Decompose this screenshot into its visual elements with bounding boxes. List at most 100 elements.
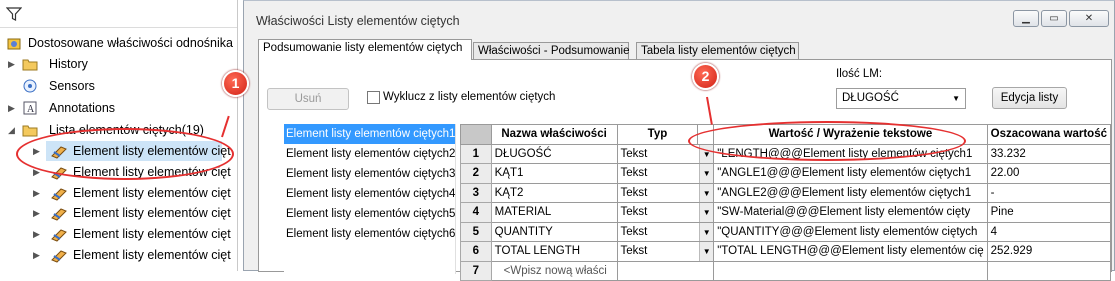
cut-list-item-icon [50,205,67,221]
table-corner[interactable] [460,124,492,145]
property-name-cell[interactable]: TOTAL LENGTH [490,241,618,262]
type-value: Tekst [620,147,648,160]
cut-list-item[interactable]: Element listy elementów ciętych4 [284,184,455,204]
value-expression-cell[interactable]: "ANGLE1@@@Element listy elementów ciętyc… [713,163,988,184]
value-expression-cell[interactable]: "ANGLE2@@@Element listy elementów ciętyc… [713,182,988,203]
chevron-down-icon[interactable]: ▼ [699,183,713,202]
property-name-cell[interactable]: KĄT1 [490,163,618,184]
type-cell[interactable]: Tekst ▼ [616,221,715,242]
sensor-icon [22,78,38,94]
evaluated-value-cell: 22.00 [986,163,1112,184]
type-value: Tekst [620,206,648,219]
table-row: 2 KĄT1 Tekst ▼ "ANGLE1@@@Element listy eleme… [460,163,1112,184]
cut-list-item[interactable]: Element listy elementów ciętych3 [284,164,455,184]
type-cell[interactable]: Tekst ▼ [616,163,715,184]
history-folder-icon [22,56,38,72]
tab-cut-list-summary[interactable]: Podsumowanie listy elementów ciętych [258,39,472,60]
tree-item[interactable]: Sensors [0,76,238,96]
col-header-type[interactable]: Typ [616,124,699,145]
row-number[interactable]: 5 [460,221,492,242]
table-row: 4 MATERIAL Tekst ▼ "SW-Material@@@Element li… [460,202,1112,223]
cut-list-item-icon [50,226,67,242]
edit-list-button[interactable]: Edycja listy [992,87,1067,109]
close-icon: ✕ [1084,13,1094,24]
value-expression-cell[interactable]: "SW-Material@@@Element listy elementów c… [713,202,988,223]
property-name-cell[interactable]: KĄT2 [490,182,618,203]
expand-arrow-icon[interactable]: ▶ [33,250,40,261]
tree-item[interactable]: ▶ A Annotations [0,98,238,118]
expand-arrow-icon[interactable]: ▶ [33,188,40,199]
col-header-evaluated[interactable]: Oszacowana wartość [986,124,1112,145]
tree-item[interactable]: ▶ History [0,54,238,74]
dialog-title: Właściwości Listy elementów ciętych [256,14,460,28]
callout-ellipse-1 [16,128,234,180]
tree-item[interactable]: ▶ Element listy elementów cięt [0,203,238,223]
value-expression-cell[interactable]: "QUANTITY@@@Element listy elementów cięt… [713,221,988,242]
chevron-down-icon: ▼ [952,94,960,103]
value-expression-cell[interactable]: "TOTAL LENGTH@@@Element listy elementów … [713,241,988,262]
type-cell[interactable]: Tekst ▼ [616,202,715,223]
property-name-cell[interactable]: MATERIAL [490,202,618,223]
tree-item[interactable]: ▶ Element listy elementów cięt [0,245,238,265]
cut-list-icon [22,122,38,138]
tree-item-label: Annotations [49,101,116,115]
expand-arrow-icon[interactable]: ▶ [8,59,15,70]
delete-button[interactable]: Usuń [267,88,349,110]
filter-icon[interactable] [6,6,22,22]
close-button[interactable]: ✕ [1069,10,1109,27]
row-number[interactable]: 1 [460,143,492,164]
cut-list-item[interactable]: Element listy elementów ciętych5 [284,204,455,224]
type-cell[interactable]: Tekst ▼ [616,182,715,203]
tab-panel: Usuń Wyklucz z listy elementów ciętych I… [258,59,1112,281]
col-header-name[interactable]: Nazwa właściwości [490,124,618,145]
expand-arrow-icon[interactable]: ▶ [33,229,40,240]
chevron-down-icon[interactable]: ▼ [699,222,713,241]
type-value: Tekst [620,167,648,180]
qty-label: Ilość LM: [836,68,883,80]
property-name-cell[interactable]: QUANTITY [490,221,618,242]
property-name-cell[interactable]: DŁUGOŚĆ [490,143,618,164]
expand-arrow-icon[interactable]: ▶ [33,208,40,219]
expand-arrow-icon[interactable]: ◢ [8,125,15,136]
tree-item[interactable]: ▶ Element listy elementów cięt [0,183,238,203]
cut-list-properties-dialog: Właściwości Listy elementów ciętych ▁ ▭ … [243,0,1115,281]
table-row: 3 KĄT2 Tekst ▼ "ANGLE2@@@Element listy eleme… [460,182,1112,203]
chevron-down-icon[interactable]: ▼ [699,242,713,261]
cut-list-items-list: Element listy elementów ciętych1 Element … [284,124,456,274]
exclude-label: Wyklucz z listy elementów ciętych [383,91,556,103]
type-value: Tekst [620,225,648,238]
maximize-button[interactable]: ▭ [1041,10,1067,27]
tree-item-label: Element listy elementów cięt [73,206,231,220]
row-number[interactable]: 3 [460,182,492,203]
exclude-checkbox[interactable] [367,91,380,104]
tree-item-label: Dostosowane właściwości odnośnika [28,36,233,50]
row-number[interactable]: 6 [460,241,492,262]
custom-properties-icon [6,35,22,51]
cut-list-item[interactable]: Element listy elementów ciętych2 [284,144,455,164]
evaluated-value-cell: Pine [986,202,1112,223]
type-value: Tekst [620,245,648,258]
chevron-down-icon[interactable]: ▼ [699,164,713,183]
row-number[interactable]: 4 [460,202,492,223]
tab-properties-summary[interactable]: Właściwości - Podsumowanie [473,42,629,60]
minimize-button[interactable]: ▁ [1013,10,1039,27]
type-cell[interactable]: Tekst ▼ [616,241,715,262]
tab-cut-list-table[interactable]: Tabela listy elementów ciętych [636,42,799,60]
tree-item-label: Sensors [49,79,95,93]
tree-item[interactable]: ▶ Element listy elementów cięt [0,224,238,244]
callout-badge-2: 2 [692,63,719,90]
expand-arrow-icon[interactable]: ▶ [8,103,15,114]
cut-list-item[interactable]: Element listy elementów ciętych1 [284,124,455,144]
chevron-down-icon[interactable]: ▼ [699,203,713,222]
minimize-icon: ▁ [1022,13,1030,24]
tree-item-label: Element listy elementów cięt [73,248,231,262]
tree-item-label: History [49,57,88,71]
cut-list-item[interactable]: Element listy elementów ciętych6 [284,224,455,244]
evaluated-value-cell: 4 [986,221,1112,242]
qty-select[interactable]: DŁUGOŚĆ ▼ [836,88,966,109]
table-row: 5 QUANTITY Tekst ▼ "QUANTITY@@@Element listy… [460,221,1112,242]
row-number[interactable]: 2 [460,163,492,184]
evaluated-value-cell: 33.232 [986,143,1112,164]
tree-item[interactable]: Dostosowane właściwości odnośnika [0,33,238,53]
callout-ellipse-2 [688,121,966,161]
